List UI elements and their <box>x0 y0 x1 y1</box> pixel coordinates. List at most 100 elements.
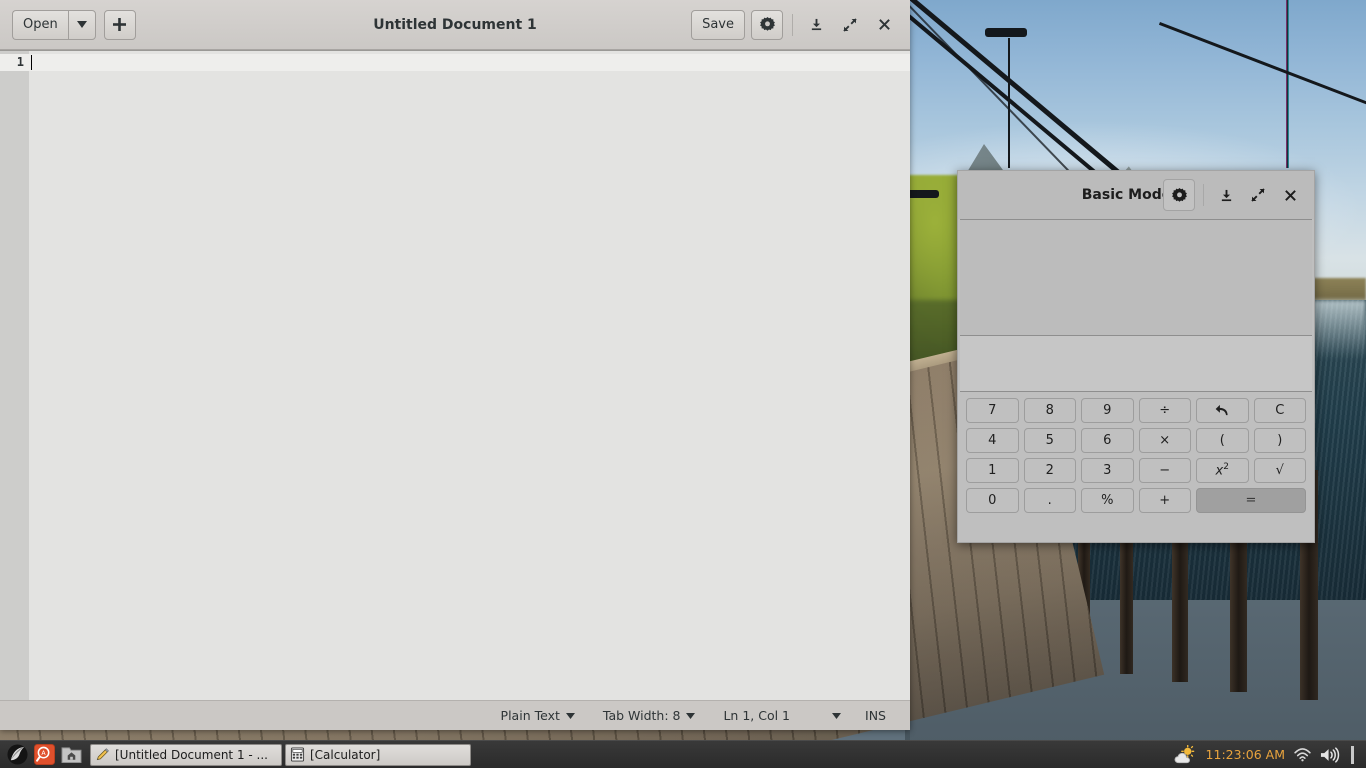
key-2[interactable]: 2 <box>1023 458 1076 483</box>
key-add[interactable]: + <box>1138 488 1191 513</box>
undo-icon <box>1215 404 1228 416</box>
task-button-calculator[interactable]: [Calculator] <box>285 743 471 766</box>
key-1[interactable]: 1 <box>966 458 1019 483</box>
calculator-close-button[interactable] <box>1276 181 1304 209</box>
chevron-down-icon <box>686 712 696 719</box>
volume-icon[interactable] <box>1320 746 1340 763</box>
language-selector[interactable]: Plain Text <box>487 701 589 731</box>
key-label: ) <box>1277 433 1283 448</box>
text-editor-window[interactable]: Open Untitled Document 1 Save 1 Plain Te… <box>0 0 910 730</box>
applications-menu-icon[interactable] <box>4 743 30 767</box>
new-document-button[interactable] <box>103 9 136 40</box>
calculator-entry-display[interactable] <box>960 336 1312 392</box>
editor-menu-button[interactable] <box>751 9 783 40</box>
language-label: Plain Text <box>500 708 560 723</box>
tray-grip[interactable] <box>1351 745 1354 764</box>
tab-width-selector[interactable]: Tab Width: 8 <box>589 701 710 731</box>
close-icon <box>878 19 890 30</box>
key-subtract[interactable]: − <box>1138 458 1191 483</box>
minimize-button[interactable] <box>802 11 830 39</box>
weather-partly-cloudy-icon[interactable] <box>1173 744 1197 765</box>
key-equals[interactable]: = <box>1196 488 1306 513</box>
key-0[interactable]: 0 <box>966 488 1019 513</box>
chevron-down-icon <box>76 21 87 28</box>
task-label: [Calculator] <box>310 747 381 762</box>
key-label: 8 <box>1045 403 1054 418</box>
task-button-text-editor[interactable]: [Untitled Document 1 - ... <box>90 743 282 766</box>
open-button-group[interactable]: Open <box>12 9 96 40</box>
editor-header-left: Open <box>12 9 136 40</box>
key-label: ( <box>1219 433 1225 448</box>
key-label: 2 <box>1045 463 1054 478</box>
key-4[interactable]: 4 <box>966 428 1019 453</box>
wallpaper-cable-pylon <box>1286 0 1289 168</box>
key-7[interactable]: 7 <box>966 398 1019 423</box>
cursor-position-selector[interactable]: Ln 1, Col 1 <box>709 701 855 731</box>
key-label: 5 <box>1045 433 1054 448</box>
task-list: [Untitled Document 1 - ... [Calculator] <box>90 743 471 766</box>
wifi-icon[interactable] <box>1294 747 1311 762</box>
editor-statusbar[interactable]: Plain Text Tab Width: 8 Ln 1, Col 1 INS <box>0 700 910 730</box>
line-number: 1 <box>0 54 29 71</box>
key-label: × <box>1159 433 1171 448</box>
key-square[interactable]: x2 <box>1196 458 1249 483</box>
calculator-history-display[interactable] <box>960 219 1312 336</box>
key-clear[interactable]: C <box>1253 398 1306 423</box>
taskbar[interactable]: A [Untitled Document 1 - ... [Calculator… <box>0 740 1366 768</box>
save-button[interactable]: Save <box>691 9 745 40</box>
key-label: 7 <box>988 403 997 418</box>
key-label: 0 <box>988 493 997 508</box>
key-paren-open[interactable]: ( <box>1196 428 1249 453</box>
key-label: 9 <box>1103 403 1112 418</box>
text-editor-icon <box>96 748 109 761</box>
key-6[interactable]: 6 <box>1081 428 1134 453</box>
open-button[interactable]: Open <box>12 9 68 40</box>
key-paren-close[interactable]: ) <box>1253 428 1306 453</box>
key-percent[interactable]: % <box>1081 488 1134 513</box>
key-label: 1 <box>988 463 997 478</box>
task-label: [Untitled Document 1 - ... <box>115 747 268 762</box>
maximize-icon <box>843 17 857 32</box>
line-number-gutter: 1 <box>0 51 29 700</box>
key-sqrt[interactable]: √ <box>1253 458 1306 483</box>
minimize-icon <box>1221 189 1231 201</box>
minimize-icon <box>811 18 821 31</box>
close-button[interactable] <box>870 11 898 39</box>
editor-headerbar[interactable]: Open Untitled Document 1 Save <box>0 0 910 50</box>
key-label: √ <box>1275 463 1284 478</box>
key-multiply[interactable]: × <box>1138 428 1191 453</box>
file-manager-icon[interactable] <box>58 743 84 767</box>
open-dropdown-button[interactable] <box>67 9 96 40</box>
cursor-position-label: Ln 1, Col 1 <box>723 708 791 723</box>
header-separator <box>792 13 793 36</box>
gear-icon <box>759 17 775 31</box>
key-label: − <box>1159 463 1171 478</box>
calculator-maximize-button[interactable] <box>1244 181 1272 209</box>
calculator-menu-button[interactable] <box>1163 179 1195 211</box>
calculator-minimize-button[interactable] <box>1212 181 1240 209</box>
clock[interactable]: 11:23:06 AM <box>1206 747 1285 762</box>
key-5[interactable]: 5 <box>1023 428 1076 453</box>
wallpaper-cable-vertical-1 <box>1008 38 1010 168</box>
key-8[interactable]: 8 <box>1023 398 1076 423</box>
key-label: 3 <box>1103 463 1112 478</box>
close-icon <box>1284 189 1296 201</box>
system-tray: 11:23:06 AM <box>1173 744 1362 765</box>
key-3[interactable]: 3 <box>1081 458 1134 483</box>
calculator-mode-label: Basic Mode <box>1081 187 1172 203</box>
key-9[interactable]: 9 <box>1081 398 1134 423</box>
calculator-icon <box>290 747 305 762</box>
calculator-window[interactable]: Basic Mode 7 8 9 ÷ C 4 5 6 × () 1 2 3 −… <box>957 170 1315 543</box>
calculator-headerbar[interactable]: Basic Mode <box>958 171 1314 219</box>
editor-body[interactable]: 1 <box>0 50 910 700</box>
key-undo[interactable] <box>1196 398 1249 423</box>
key-label: = <box>1245 493 1257 508</box>
key-label: x2 <box>1215 462 1229 479</box>
key-decimal[interactable]: . <box>1023 488 1076 513</box>
maximize-button[interactable] <box>836 11 864 39</box>
text-editing-area[interactable] <box>29 51 910 700</box>
plus-icon <box>113 18 127 31</box>
key-divide[interactable]: ÷ <box>1138 398 1191 423</box>
wallpaper-cable-anchor-2 <box>905 190 939 198</box>
search-icon[interactable]: A <box>31 743 57 767</box>
